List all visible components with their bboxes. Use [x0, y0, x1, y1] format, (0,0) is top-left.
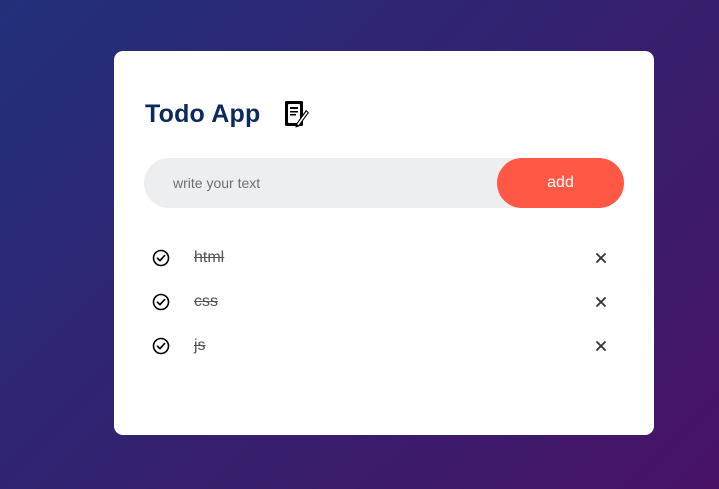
todo-text: js: [194, 337, 206, 354]
check-circle-icon[interactable]: [152, 249, 170, 267]
close-icon[interactable]: [594, 251, 608, 265]
close-icon[interactable]: [594, 295, 608, 309]
list-item: js: [152, 324, 622, 368]
list-item: html: [152, 236, 622, 280]
app-header: Todo App: [145, 99, 312, 129]
todo-text-input[interactable]: [144, 158, 494, 208]
todo-list: html css js: [152, 236, 622, 368]
notebook-pen-icon: [282, 99, 312, 129]
todo-text: css: [194, 293, 218, 310]
todo-text: html: [194, 249, 225, 266]
app-title: Todo App: [145, 99, 261, 128]
add-button[interactable]: add: [497, 158, 624, 208]
todo-card: Todo App add html: [114, 51, 654, 435]
add-todo-form: add: [144, 158, 624, 208]
close-icon[interactable]: [594, 339, 608, 353]
list-item: css: [152, 280, 622, 324]
check-circle-icon[interactable]: [152, 293, 170, 311]
check-circle-icon[interactable]: [152, 337, 170, 355]
